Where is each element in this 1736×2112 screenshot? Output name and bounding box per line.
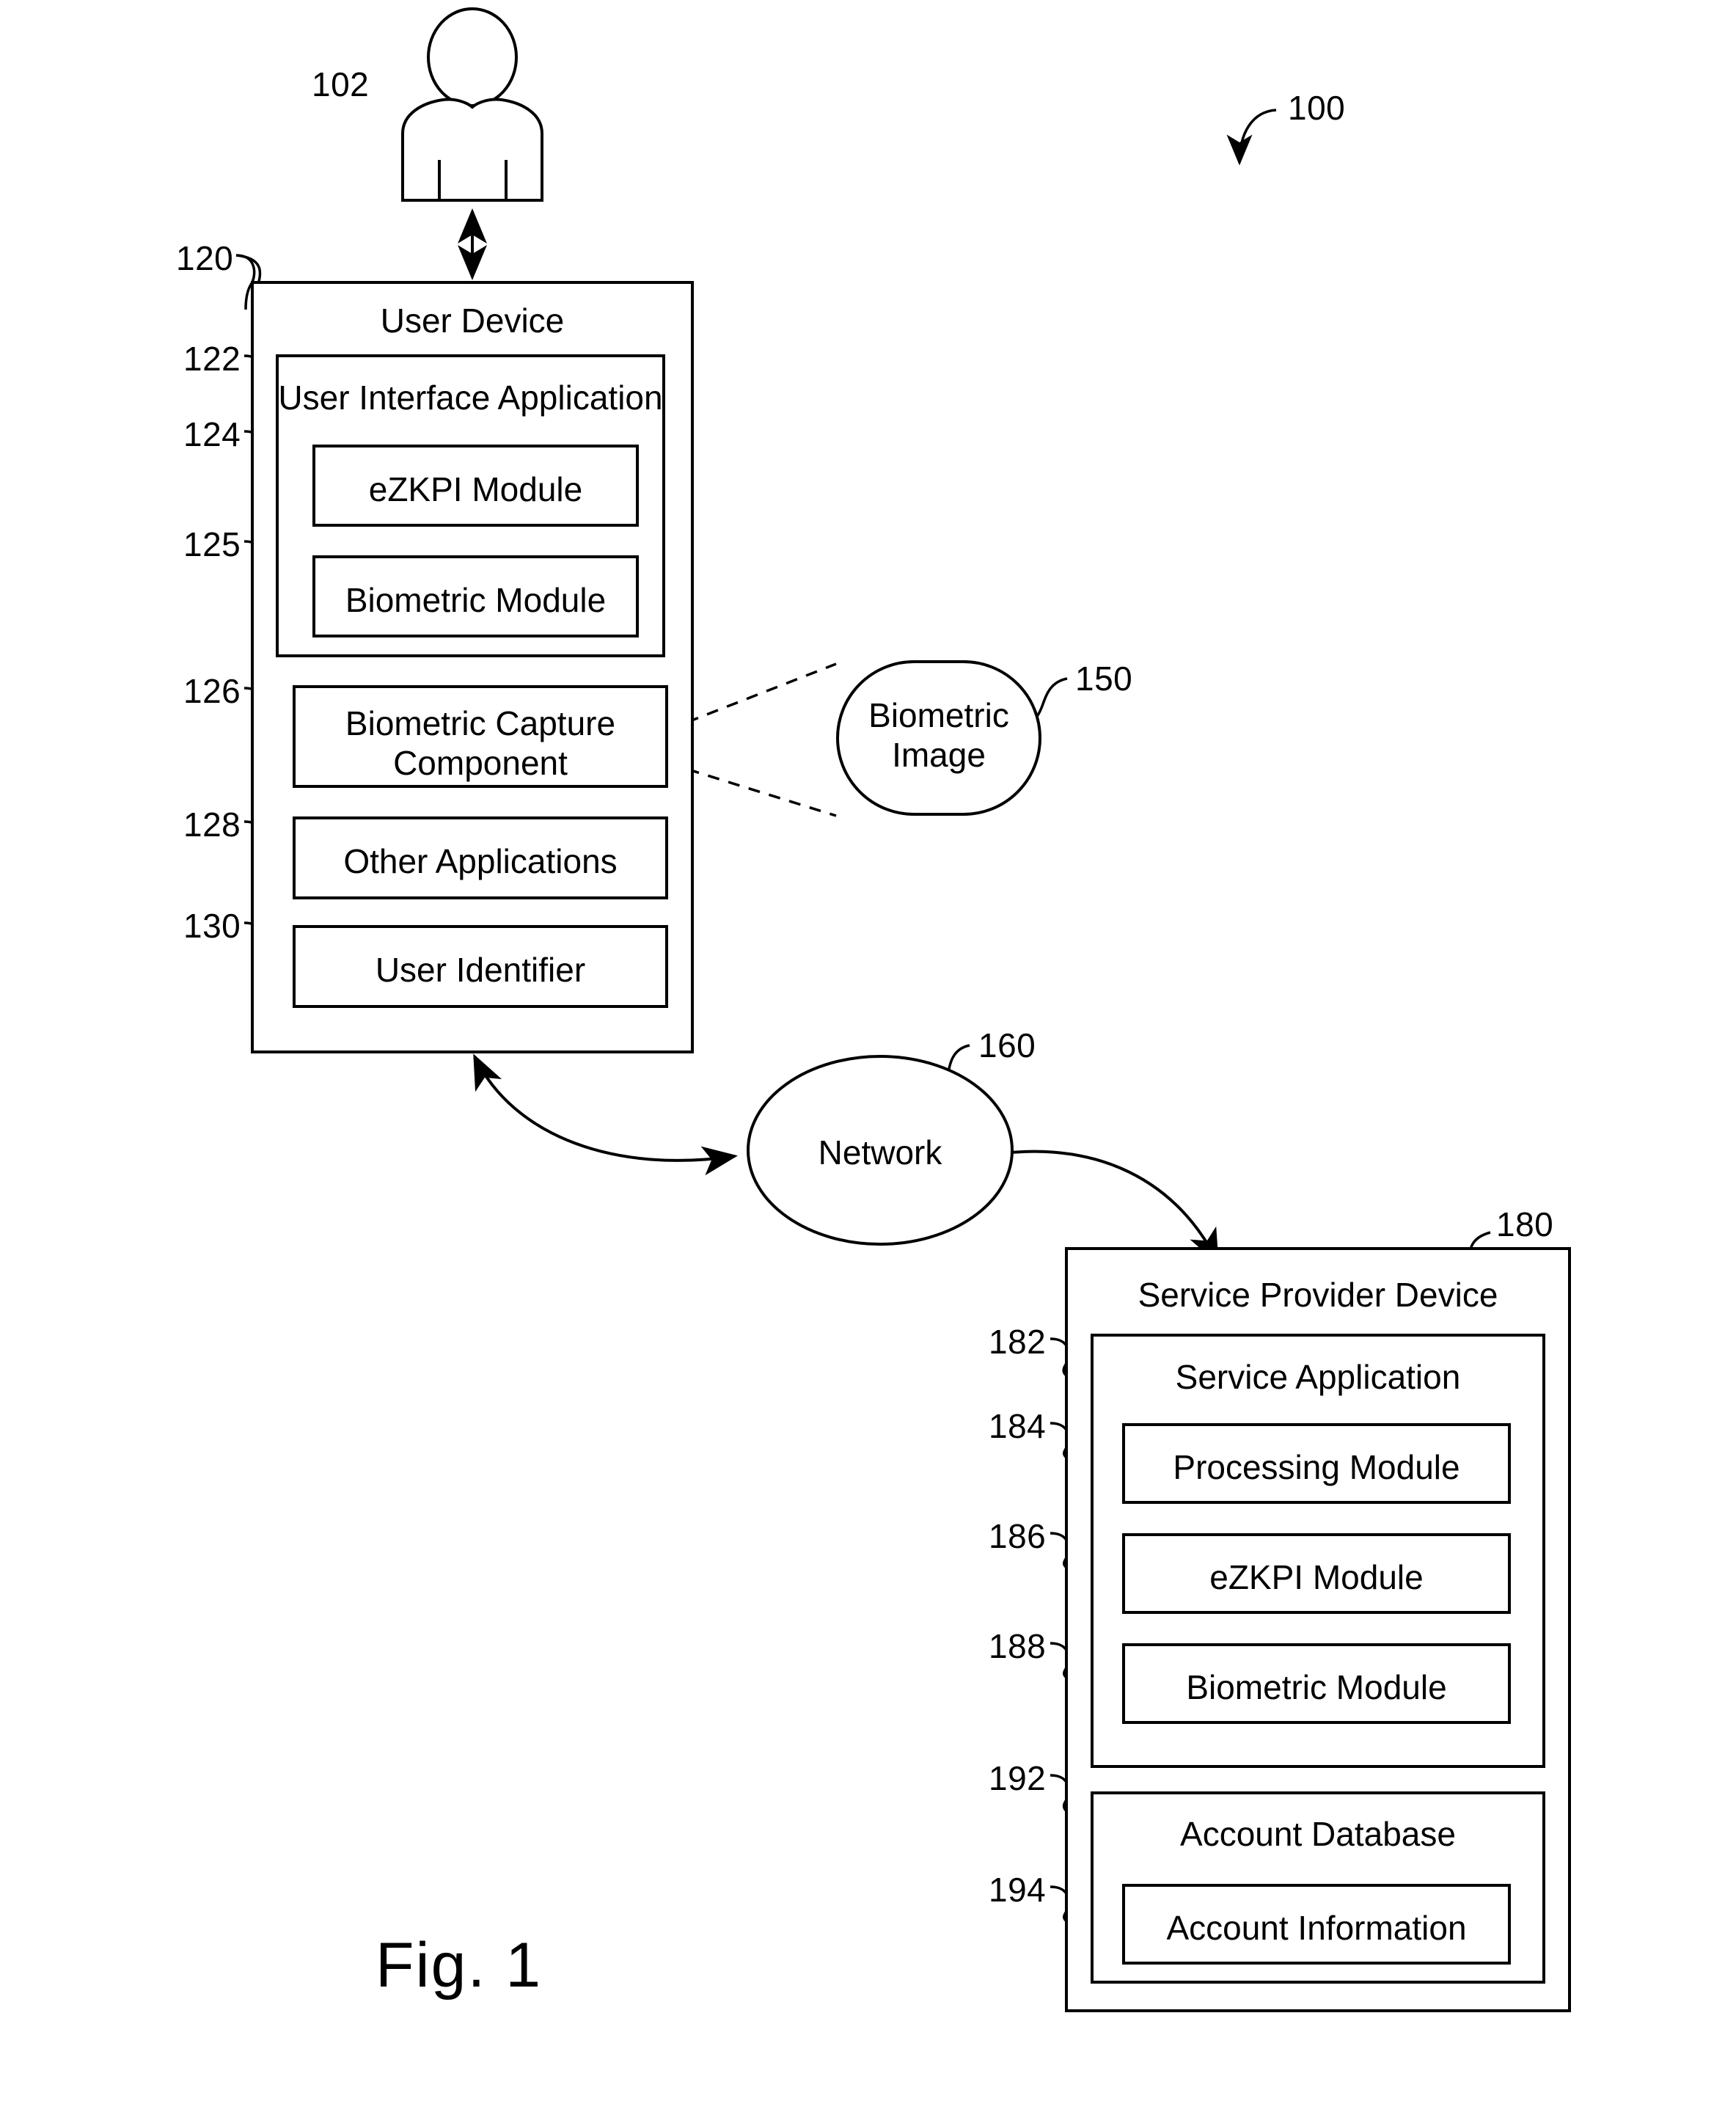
ref-num-130: 130 [183, 907, 241, 945]
service-provider-device-title: Service Provider Device [1138, 1276, 1498, 1314]
ref-num-150: 150 [1075, 659, 1133, 698]
ref-num-182: 182 [989, 1323, 1047, 1361]
biometric-capture-component-label: Biometric Capture Component [345, 704, 616, 783]
ref-num-124: 124 [183, 415, 241, 453]
ref-num-194: 194 [989, 1871, 1047, 1909]
ref-num-188: 188 [989, 1627, 1047, 1665]
account-database-title: Account Database [1180, 1815, 1456, 1853]
biometric-image-label: Biometric Image [868, 696, 1009, 775]
ezkpi-module-label-spd: eZKPI Module [1209, 1558, 1424, 1596]
account-information-label: Account Information [1166, 1909, 1467, 1947]
ezkpi-module-label-user: eZKPI Module [368, 470, 583, 508]
connector-device-network [473, 1053, 738, 1176]
lead-line-system-100 [1226, 109, 1277, 166]
biometric-module-label-user: Biometric Module [345, 581, 607, 619]
network-label: Network [818, 1133, 942, 1172]
ref-num-122: 122 [183, 340, 241, 378]
ref-num-102: 102 [312, 65, 370, 103]
person-icon [401, 7, 543, 202]
ref-num-128: 128 [183, 805, 241, 844]
ref-num-120: 120 [176, 239, 234, 277]
ref-num-100: 100 [1288, 89, 1346, 127]
ref-num-186: 186 [989, 1517, 1047, 1555]
user-interface-application-title: User Interface Application [278, 379, 663, 417]
other-applications-label: Other Applications [343, 842, 618, 880]
user-device-title: User Device [380, 302, 565, 340]
lead-line-160 [931, 1044, 970, 1111]
ref-num-192: 192 [989, 1759, 1047, 1797]
biometric-module-label-spd: Biometric Module [1186, 1668, 1447, 1706]
processing-module-label: Processing Module [1173, 1448, 1460, 1486]
figure-caption: Fig. 1 [376, 1930, 543, 2000]
ref-num-160: 160 [978, 1026, 1036, 1064]
service-application-title: Service Application [1175, 1358, 1461, 1396]
ref-num-180: 180 [1496, 1205, 1554, 1243]
patent-figure-1: 102 100 120 122 124 125 126 128 130 150 … [0, 0, 1736, 2112]
ref-num-184: 184 [989, 1407, 1047, 1445]
user-identifier-label: User Identifier [375, 951, 586, 989]
ref-num-126: 126 [183, 672, 241, 710]
ref-num-125: 125 [183, 525, 241, 563]
